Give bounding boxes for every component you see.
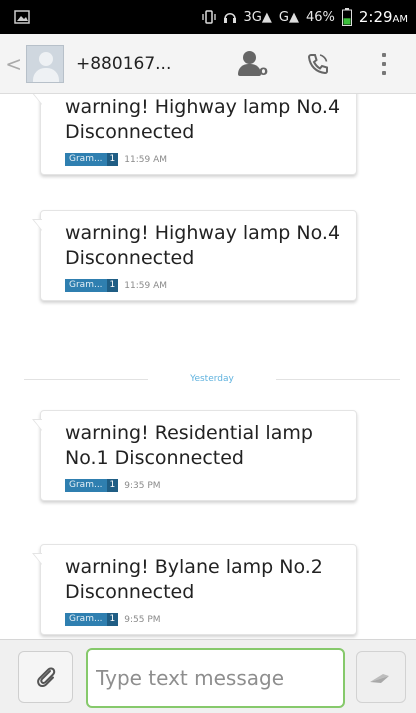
message-bubble[interactable]: warning! Residential lamp No.1 Disconnec… [32, 410, 357, 501]
divider-line [275, 378, 401, 380]
contact-avatar[interactable] [26, 44, 64, 83]
message-time: 11:59 AM [124, 280, 168, 291]
message-meta: Gram... 1 11:59 AM [65, 279, 342, 292]
clock-time: 2:29 [358, 8, 393, 26]
sim-badge: Gram... [65, 479, 107, 492]
compose-bar [0, 639, 416, 713]
message-text: warning! Highway lamp No.4 Disconnected [65, 222, 341, 269]
signal-icon-2: ▲ [288, 9, 299, 25]
message-meta: Gram... 1 11:59 AM [65, 153, 342, 166]
call-icon[interactable] [300, 46, 336, 82]
message-text: warning! Highway lamp No.4 Disconnected [65, 96, 341, 143]
paperclip-icon [36, 667, 55, 688]
sim-number-badge: 1 [106, 479, 119, 492]
message-meta: Gram... 1 9:35 PM [65, 479, 342, 492]
avatar-head-shape [39, 51, 53, 66]
message-meta: Gram... 1 9:55 PM [65, 613, 342, 626]
message-text: warning! Bylane lamp No.2 Disconnected [65, 556, 323, 603]
divider-line [24, 378, 149, 380]
add-contact-icon-body [238, 63, 261, 76]
signal-icon: ▲ [261, 9, 272, 25]
more-dot [382, 70, 386, 75]
add-contact-icon[interactable]: o [234, 46, 270, 82]
headset-icon [223, 13, 236, 23]
gallery-icon [14, 10, 30, 24]
message-bubble[interactable]: warning! Highway lamp No.4 Disconnected … [32, 94, 357, 175]
message-time: 9:35 PM [124, 480, 161, 491]
message-bubble[interactable]: warning! Highway lamp No.4 Disconnected … [32, 210, 357, 301]
date-divider-label: Yesterday [190, 374, 234, 384]
message-bubble[interactable]: warning! Bylane lamp No.2 Disconnected G… [32, 544, 357, 635]
more-dot [382, 61, 386, 66]
sim-badge: Gram... [65, 613, 107, 626]
clock-ampm: AM [392, 14, 408, 25]
attach-button[interactable] [18, 651, 73, 703]
conversation-header: < +880167... o [0, 34, 416, 94]
battery-percent: 46% [305, 9, 335, 25]
network-3g-label: 3G [243, 9, 262, 25]
network-type-2: G▲ [279, 10, 299, 25]
status-bar-left [14, 10, 30, 24]
more-options-icon[interactable] [374, 46, 394, 82]
network-type: 3G▲ [244, 10, 272, 25]
send-icon [370, 674, 389, 683]
add-contact-icon-plus: o [259, 63, 268, 79]
sim-number-badge: 1 [106, 613, 119, 626]
battery-icon [341, 8, 352, 26]
avatar-body-shape [33, 67, 59, 82]
sim-number-badge: 1 [106, 153, 119, 166]
sim-number-badge: 1 [106, 279, 119, 292]
message-time: 9:55 PM [124, 614, 161, 625]
status-bar: 3G▲ G▲ 46% 2:29AM [0, 0, 416, 34]
message-text: warning! Residential lamp No.1 Disconnec… [65, 422, 313, 469]
sim-badge: Gram... [65, 279, 107, 292]
sim-badge: Gram... [65, 153, 107, 166]
back-chevron-icon[interactable]: < [2, 52, 22, 76]
vibrate-icon [201, 10, 216, 24]
network-g-label: G [278, 9, 289, 25]
phone-icon [307, 53, 328, 74]
add-contact-icon-head [243, 50, 256, 64]
date-divider: Yesterday [24, 372, 401, 386]
more-dot [382, 52, 386, 57]
clock: 2:29AM [359, 8, 408, 26]
send-button[interactable] [356, 651, 406, 703]
message-input[interactable] [86, 648, 345, 708]
contact-number[interactable]: +880167... [76, 54, 192, 74]
message-list[interactable]: warning! Highway lamp No.4 Disconnected … [0, 94, 416, 639]
message-time: 11:59 AM [124, 154, 168, 165]
status-bar-right: 3G▲ G▲ 46% 2:29AM [201, 8, 408, 26]
